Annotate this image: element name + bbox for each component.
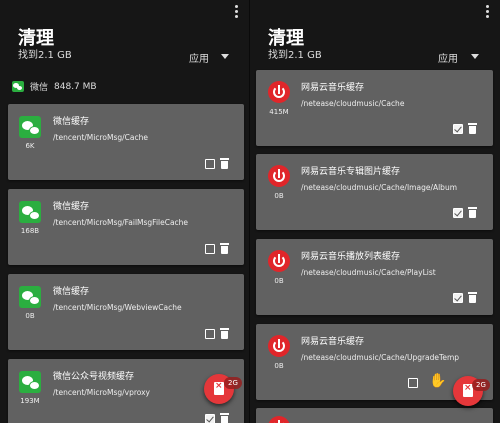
item-size: 415M bbox=[269, 108, 289, 116]
item-name: 网易云音乐缓存 bbox=[301, 83, 365, 93]
item-size: 168B bbox=[20, 227, 40, 235]
item-name: 网易云音乐缓存 bbox=[301, 337, 365, 347]
list-item[interactable]: 0B 微信缓存 /tencent/MicroMsg/WebviewCache bbox=[8, 274, 244, 350]
more-vert-icon[interactable] bbox=[486, 5, 490, 20]
more-vert-icon[interactable] bbox=[235, 5, 239, 20]
item-path: /tencent/MicroMsg/vproxy bbox=[53, 388, 150, 397]
hand-pointer-icon: ✋ bbox=[429, 373, 447, 389]
trash-icon[interactable] bbox=[220, 243, 229, 254]
netease-music-icon bbox=[268, 81, 290, 103]
group-size: 848.7 MB bbox=[54, 81, 97, 92]
netease-music-icon bbox=[268, 250, 290, 272]
trash-icon[interactable] bbox=[220, 328, 229, 339]
clean-icon bbox=[214, 381, 224, 395]
item-path: /tencent/MicroMsg/Cache bbox=[53, 133, 148, 142]
group-name: 微信 bbox=[30, 83, 49, 93]
found-size: 找到2.1 GB bbox=[18, 50, 72, 61]
list-item[interactable]: 168B 微信缓存 /tencent/MicroMsg/FailMsgFileC… bbox=[8, 189, 244, 265]
item-checkbox[interactable] bbox=[453, 208, 463, 218]
left-clean-screen: 清理 找到2.1 GB 应用 微信 848.7 MB 6K 微信缓存 /tenc… bbox=[0, 0, 250, 423]
trash-icon[interactable] bbox=[220, 413, 229, 423]
netease-music-icon bbox=[268, 416, 290, 423]
item-size: 0B bbox=[274, 277, 284, 285]
item-name: 微信缓存 bbox=[53, 287, 90, 297]
item-checkbox[interactable] bbox=[205, 244, 215, 254]
item-name: 网易云音乐播放列表缓存 bbox=[301, 252, 401, 262]
item-name: 微信缓存 bbox=[53, 117, 90, 127]
trash-icon[interactable] bbox=[468, 207, 477, 218]
wechat-icon bbox=[12, 81, 24, 92]
item-checkbox[interactable] bbox=[205, 159, 215, 169]
item-name: 网易云音乐专辑图片缓存 bbox=[301, 167, 401, 177]
trash-icon[interactable] bbox=[468, 123, 477, 134]
item-path: /tencent/MicroMsg/WebviewCache bbox=[53, 303, 182, 312]
item-size: 6K bbox=[25, 142, 35, 150]
apply-dropdown[interactable]: 应用 bbox=[189, 50, 209, 65]
wechat-icon bbox=[19, 201, 41, 223]
list-item[interactable]: 0B 网易云音乐播放列表缓存 /netease/cloudmusic/Cache… bbox=[256, 239, 493, 315]
item-checkbox[interactable] bbox=[408, 378, 418, 388]
list-item[interactable]: 6K 微信缓存 /tencent/MicroMsg/Cache bbox=[8, 104, 244, 180]
item-size: 193M bbox=[20, 397, 40, 405]
item-path: /netease/cloudmusic/Cache/Image/Album bbox=[301, 183, 458, 192]
wechat-icon bbox=[19, 116, 41, 138]
item-checkbox[interactable] bbox=[205, 414, 215, 423]
wechat-icon bbox=[19, 371, 41, 393]
item-checkbox[interactable] bbox=[453, 293, 463, 303]
item-checkbox[interactable] bbox=[205, 329, 215, 339]
apply-dropdown[interactable]: 应用 bbox=[438, 50, 458, 65]
item-path: /netease/cloudmusic/Cache bbox=[301, 99, 405, 108]
wechat-icon bbox=[19, 286, 41, 308]
item-size: 0B bbox=[25, 312, 35, 320]
item-path: /tencent/MicroMsg/FailMsgFileCache bbox=[53, 218, 189, 227]
chevron-down-icon[interactable] bbox=[471, 54, 479, 59]
right-clean-screen: 清理 找到2.1 GB 应用 415M 网易云音乐缓存 /netease/clo… bbox=[250, 0, 500, 423]
netease-music-icon bbox=[268, 165, 290, 187]
group-header-wechat[interactable]: 微信 848.7 MB bbox=[12, 80, 97, 93]
list-item[interactable] bbox=[256, 408, 493, 423]
chevron-down-icon[interactable] bbox=[221, 54, 229, 59]
fab-badge: 2G bbox=[224, 377, 242, 389]
trash-icon[interactable] bbox=[468, 292, 477, 303]
item-path: /netease/cloudmusic/Cache/UpgradeTemp bbox=[301, 353, 460, 362]
fab-badge: 2G bbox=[472, 379, 490, 391]
item-name: 微信缓存 bbox=[53, 202, 90, 212]
item-checkbox[interactable] bbox=[453, 124, 463, 134]
item-path: /netease/cloudmusic/Cache/PlayList bbox=[301, 268, 436, 277]
list-item[interactable]: 415M 网易云音乐缓存 /netease/cloudmusic/Cache bbox=[256, 70, 493, 146]
item-size: 0B bbox=[274, 362, 284, 370]
netease-music-icon bbox=[268, 335, 290, 357]
item-size: 0B bbox=[274, 192, 284, 200]
item-name: 微信公众号视频缓存 bbox=[53, 372, 135, 382]
list-item[interactable]: 0B 网易云音乐专辑图片缓存 /netease/cloudmusic/Cache… bbox=[256, 154, 493, 230]
found-size: 找到2.1 GB bbox=[268, 50, 322, 61]
trash-icon[interactable] bbox=[220, 158, 229, 169]
